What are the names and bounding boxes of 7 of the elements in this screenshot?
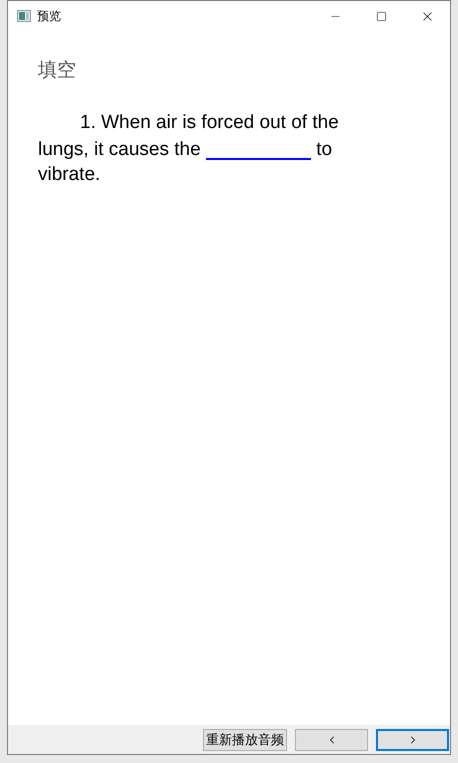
window-title: 预览 xyxy=(37,8,61,25)
replay-audio-button[interactable]: 重新播放音频 xyxy=(203,728,287,750)
question-text: 1. When air is forced out of the lungs, it causes the to vibrate. xyxy=(38,111,340,187)
next-button[interactable] xyxy=(376,728,449,750)
previous-button[interactable] xyxy=(295,728,368,750)
app-icon xyxy=(17,10,31,22)
section-heading: 填空 xyxy=(38,61,77,80)
